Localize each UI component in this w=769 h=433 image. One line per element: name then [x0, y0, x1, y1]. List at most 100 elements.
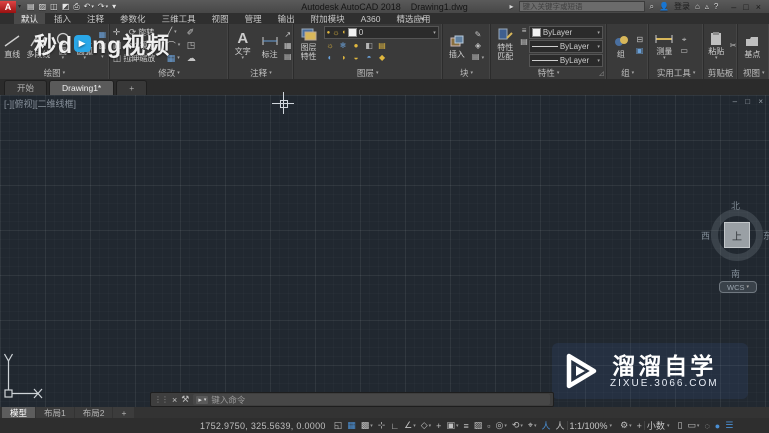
insert-block-button[interactable]: 插入 — [444, 33, 470, 59]
exchange-apps-icon[interactable]: ⌂ — [695, 2, 700, 11]
command-close-icon[interactable]: × — [172, 395, 177, 405]
revision-cloud-button[interactable]: ☁ — [187, 53, 203, 64]
command-grip-handle[interactable]: ⋮⋮ — [154, 395, 169, 404]
transparency-icon[interactable]: ▨▾ — [474, 420, 483, 431]
leader-icon[interactable]: ↗ — [284, 30, 292, 40]
new-file-icon[interactable]: ▤▾ — [27, 2, 35, 12]
quick-calc-icon[interactable]: ▭ — [680, 46, 688, 56]
quick-select-icon[interactable]: ⌖ — [680, 35, 688, 45]
cut-icon[interactable]: ✂ — [730, 41, 737, 51]
osnap-3d-icon[interactable]: ◎ ▾ — [495, 420, 506, 431]
layout-tab[interactable]: 模型 — [2, 407, 36, 418]
layer-freeze-icon[interactable]: ❄ — [340, 41, 347, 51]
properties-panel-label[interactable]: 特性 ▾ — [491, 67, 606, 79]
command-line-bar[interactable]: ⋮⋮ × ⚒ ▸ ▾ 键入命令 — [150, 392, 554, 407]
ortho-icon[interactable]: ∟▾ — [390, 421, 399, 431]
explode-button[interactable]: ◳ — [187, 40, 203, 51]
color-combo-dropdown-icon[interactable]: ▾ — [597, 30, 600, 36]
close-button[interactable]: × — [756, 2, 761, 12]
ribbon-display-toggle[interactable]: ▭▾ — [408, 13, 430, 24]
groups-panel-label[interactable]: 组 ▾ — [607, 67, 649, 79]
lock-ui-icon[interactable]: ▭ ▾ — [687, 420, 699, 431]
fillet-button[interactable]: ⌒ ▾ — [167, 39, 187, 52]
linetype-combo-dropdown-icon[interactable]: ▾ — [597, 58, 600, 64]
file-tab[interactable]: + — [116, 80, 148, 95]
block-define-attr-icon[interactable]: ◈ — [472, 41, 484, 51]
drawing-canvas[interactable]: [-][俯视][二维线框] – □ × 北 西 东 南 上 WCS ▾ 溜溜自学… — [0, 92, 769, 407]
linetype-combo[interactable]: ByLayer ▾ — [528, 54, 603, 67]
draw-panel-label[interactable]: 绘图 ▾ — [0, 67, 109, 79]
paste-button[interactable]: 粘贴 ▾ — [705, 30, 728, 61]
stretch-button[interactable]: ◫ 拉伸 — [113, 53, 140, 64]
help-search-input[interactable] — [518, 1, 645, 12]
selection-cycling-icon[interactable]: ▫▾ — [487, 421, 490, 431]
lineweight-combo[interactable]: ByLayer ▾ — [528, 40, 603, 53]
layer-plot-icon[interactable]: ◧ — [365, 41, 373, 51]
group-button[interactable]: 组 — [608, 33, 634, 59]
save-as-icon[interactable]: ◩▾ — [62, 2, 70, 12]
redo-icon[interactable]: ↷ ▾ — [98, 2, 108, 12]
layer-state-icon[interactable]: ▤ — [378, 41, 386, 51]
layout-tab[interactable]: 布局2 — [74, 407, 113, 418]
object-color-combo[interactable]: ByLayer ▾ — [528, 26, 603, 39]
help-icon[interactable]: ? — [714, 2, 718, 11]
units-control[interactable]: 小数 ▾ — [647, 419, 670, 432]
viewcube-top-face[interactable]: 上 — [724, 222, 750, 248]
rotate-button[interactable]: ⟳ 旋转 — [129, 27, 167, 38]
circle-button[interactable]: 圆 ▾ — [53, 30, 72, 61]
search-icon[interactable]: ⌕ — [650, 2, 654, 12]
ungroup-icon[interactable]: ⊟ — [636, 35, 644, 45]
ribbon-tab[interactable]: 附加模块 — [304, 13, 352, 24]
ribbon-tab[interactable]: 注释 — [80, 13, 111, 24]
user-icon[interactable]: 👤 — [659, 2, 669, 11]
scale-button[interactable]: ▭ 缩放 — [129, 53, 167, 64]
ribbon-tab[interactable]: 三维工具 — [155, 13, 203, 24]
erase-button[interactable]: ✐ — [187, 27, 203, 38]
command-input-field[interactable]: ▸ ▾ 键入命令 — [193, 394, 550, 405]
grid-icon[interactable]: ▦▾ — [347, 420, 356, 431]
selection-filter-icon[interactable]: ⌖ ▾ — [528, 420, 537, 431]
annotate-more-icon[interactable]: ▤ — [284, 52, 292, 62]
maximize-button[interactable]: □ — [743, 2, 748, 12]
viewcube-south[interactable]: 南 — [731, 267, 740, 280]
layer-previous-icon[interactable]: ◒ — [354, 53, 359, 63]
circle-dropdown-icon[interactable]: ▾ — [62, 56, 65, 61]
ribbon-tab[interactable]: 管理 — [238, 13, 269, 24]
dynamic-ucs-icon[interactable]: ⟲ ▾ — [512, 420, 523, 431]
dimension-button[interactable]: 标注 — [257, 33, 282, 59]
annotation-monitor-icon[interactable]: +▾ — [637, 421, 642, 431]
autodesk-a360-icon[interactable]: ▵ — [705, 2, 709, 11]
gradient-icon[interactable]: ▧ ▾ — [97, 41, 108, 61]
annotate-panel-label[interactable]: 注释 ▾ — [229, 67, 292, 79]
viewcube-west[interactable]: 西 — [701, 229, 710, 242]
plot-icon[interactable]: ⎙▾ — [73, 2, 79, 12]
block-panel-label[interactable]: 块 ▾ — [443, 67, 490, 79]
layer-unisolate-icon[interactable]: ◑ — [341, 53, 346, 63]
osnap-tracking-icon[interactable]: +▾ — [436, 421, 441, 431]
viewport-controls-label[interactable]: [-][俯视][二维线框] — [4, 97, 76, 110]
ribbon-tab[interactable]: 参数化 — [113, 13, 153, 24]
annotation-visibility-icon[interactable]: 人▾ — [541, 419, 550, 432]
measure-button[interactable]: 测量 ▾ — [650, 30, 678, 61]
mirror-button[interactable]: ⋈ 镜像 — [129, 40, 167, 51]
customize-icon[interactable]: ☰▾ — [725, 420, 733, 431]
file-tab[interactable]: 开始 — [4, 80, 48, 95]
layer-combo-dropdown-icon[interactable]: ▾ — [433, 30, 436, 36]
layout-tab[interactable]: + — [113, 407, 135, 418]
move-button[interactable]: ✛ — [113, 27, 129, 38]
trim-button[interactable]: ╱ ▾ — [167, 27, 187, 38]
search-toggle-icon[interactable]: ▸ — [510, 2, 514, 11]
layer-walk-icon[interactable]: ◆ — [379, 53, 385, 63]
dynamic-input-icon[interactable]: ⊹▾ — [378, 420, 386, 431]
line-button[interactable]: 直线 — [1, 33, 23, 59]
hatch-icon[interactable]: ▦ — [97, 30, 108, 40]
quick-properties-icon[interactable]: ▯▾ — [677, 420, 682, 431]
arc-button[interactable]: 圆弧 ▾ — [74, 30, 95, 61]
annotation-autoscale-icon[interactable]: 人▾ — [556, 419, 565, 432]
viewport-window-controls[interactable]: – □ × — [733, 97, 766, 106]
block-edit-icon[interactable]: ✎ — [472, 30, 484, 40]
model-space-icon[interactable]: ◱▾ — [334, 420, 343, 431]
layer-lock-icon[interactable]: ● — [354, 41, 359, 51]
ribbon-tab[interactable]: 视图 — [205, 13, 236, 24]
viewcube-east[interactable]: 东 — [763, 229, 769, 242]
